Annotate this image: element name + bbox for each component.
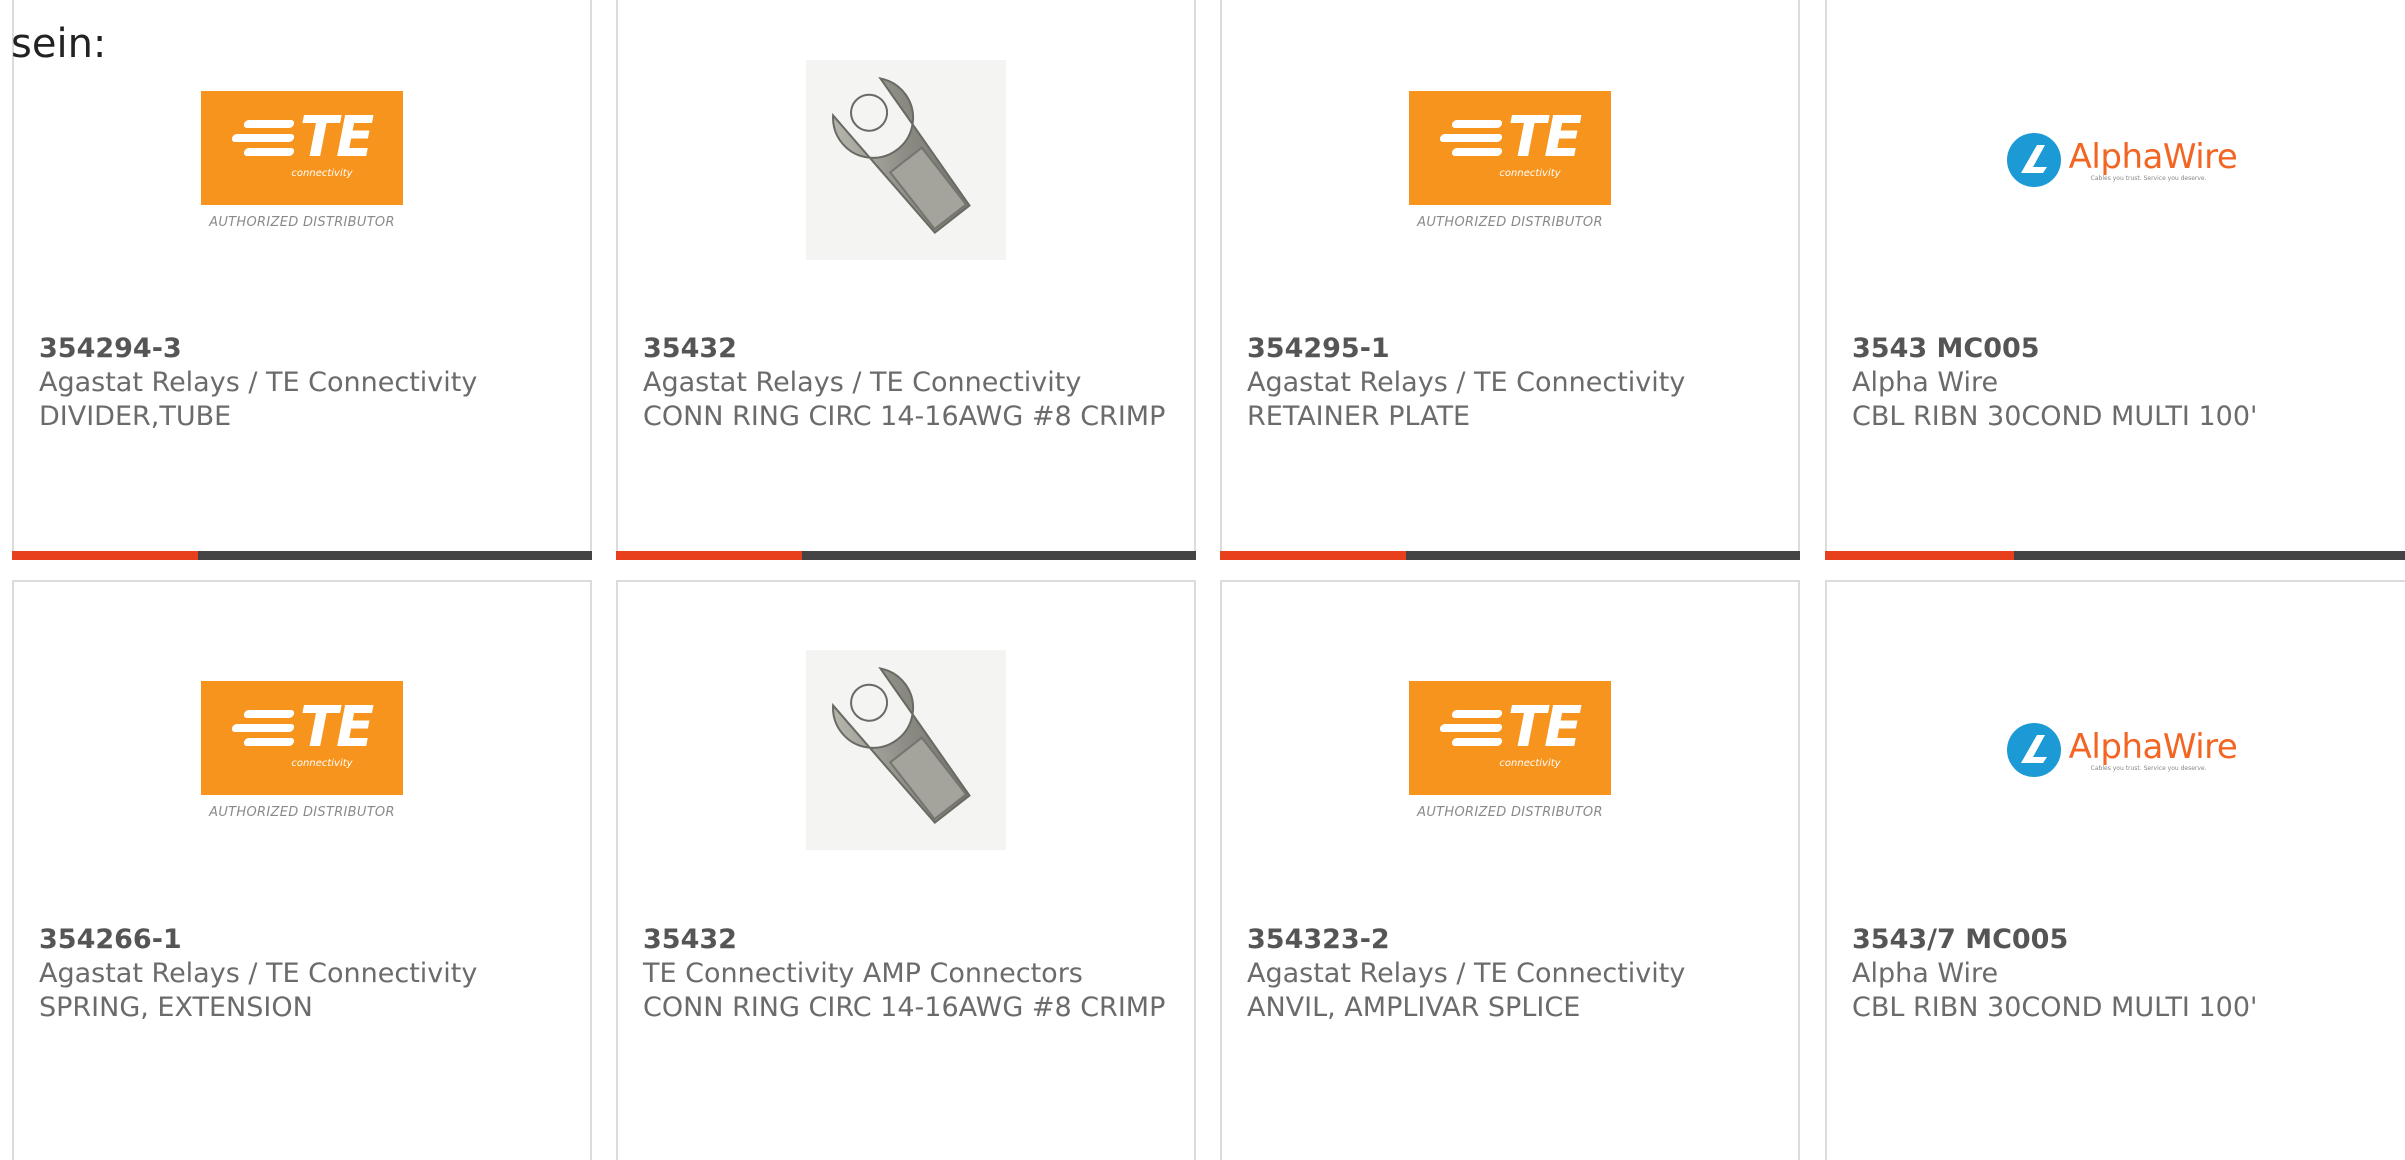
product-card[interactable]: 35432 TE Connectivity AMP Connectors CON…	[616, 580, 1196, 1160]
product-card[interactable]: TE connectivity AUTHORIZED DISTRIBUTOR 3…	[1220, 0, 1800, 560]
alphawire-tagline: Cables you trust. Service you deserve.	[2090, 764, 2207, 772]
authorized-distributor-tag: AUTHORIZED DISTRIBUTOR	[1417, 804, 1603, 820]
product-card[interactable]: AlphaWire Cables you trust. Service you …	[1825, 580, 2405, 1160]
ring-terminal-photo	[806, 60, 1006, 260]
progress-bar	[12, 551, 592, 560]
product-description: RETAINER PLATE	[1247, 401, 1471, 432]
product-info: 354294-3 Agastat Relays / TE Connectivit…	[39, 332, 570, 434]
product-image: TE connectivity AUTHORIZED DISTRIBUTOR	[1222, 60, 1798, 260]
te-logo-sub: connectivity	[1499, 168, 1561, 179]
part-number[interactable]: 3543/7 MC005	[1852, 923, 2397, 957]
te-logo-letters: TE	[1507, 105, 1582, 170]
product-info: 35432 TE Connectivity AMP Connectors CON…	[643, 923, 1174, 1025]
te-logo-letters: TE	[299, 105, 374, 170]
product-description: CBL RIBN 30COND MULTI 100'	[1852, 401, 2258, 432]
progress-bar	[1825, 551, 2405, 560]
product-info: 354323-2 Agastat Relays / TE Connectivit…	[1247, 923, 1778, 1025]
product-description: SPRING, EXTENSION	[39, 992, 313, 1023]
progress-fill	[12, 551, 198, 560]
alphawire-name: AlphaWire	[2068, 726, 2238, 767]
te-connectivity-logo: TE connectivity AUTHORIZED DISTRIBUTOR	[1409, 680, 1611, 820]
alphawire-logo: AlphaWire Cables you trust. Service you …	[2006, 723, 2238, 777]
ring-terminal-icon	[832, 77, 971, 235]
part-number[interactable]: 354294-3	[39, 332, 570, 366]
alphawire-name: AlphaWire	[2068, 136, 2238, 177]
product-image: AlphaWire Cables you trust. Service you …	[1827, 650, 2405, 850]
te-logo-sub: connectivity	[291, 758, 353, 769]
part-number[interactable]: 354266-1	[39, 923, 570, 957]
product-image	[618, 650, 1194, 850]
progress-fill	[1220, 551, 1406, 560]
alphawire-circle-icon	[2006, 723, 2061, 777]
progress-fill	[1825, 551, 2015, 560]
product-card[interactable]: AlphaWire Cables you trust. Service you …	[1825, 0, 2405, 560]
manufacturer: Alpha Wire	[1852, 367, 1999, 398]
part-number[interactable]: 3543 MC005	[1852, 332, 2397, 366]
product-description: CONN RING CIRC 14-16AWG #8 CRIMP	[643, 401, 1166, 432]
te-logo-letters: TE	[1507, 695, 1582, 760]
product-description: CONN RING CIRC 14-16AWG #8 CRIMP	[643, 992, 1166, 1023]
product-card[interactable]: 35432 Agastat Relays / TE Connectivity C…	[616, 0, 1196, 560]
te-logo-sub: connectivity	[1499, 758, 1561, 769]
te-connectivity-logo: TE connectivity AUTHORIZED DISTRIBUTOR	[201, 680, 403, 820]
product-description: CBL RIBN 30COND MULTI 100'	[1852, 992, 2258, 1023]
alphawire-logo: AlphaWire Cables you trust. Service you …	[2006, 133, 2238, 187]
manufacturer: Agastat Relays / TE Connectivity	[643, 367, 1082, 398]
product-card[interactable]: TE connectivity AUTHORIZED DISTRIBUTOR 3…	[12, 0, 592, 560]
product-image: TE connectivity AUTHORIZED DISTRIBUTOR	[1222, 650, 1798, 850]
product-info: 354266-1 Agastat Relays / TE Connectivit…	[39, 923, 570, 1025]
te-logo-sub: connectivity	[291, 168, 353, 179]
progress-fill	[616, 551, 802, 560]
authorized-distributor-tag: AUTHORIZED DISTRIBUTOR	[1417, 214, 1603, 230]
authorized-distributor-tag: AUTHORIZED DISTRIBUTOR	[209, 214, 395, 230]
progress-bar	[1220, 551, 1800, 560]
authorized-distributor-tag: AUTHORIZED DISTRIBUTOR	[209, 804, 395, 820]
product-image: TE connectivity AUTHORIZED DISTRIBUTOR	[14, 650, 590, 850]
part-number[interactable]: 35432	[643, 923, 1174, 957]
part-number[interactable]: 354295-1	[1247, 332, 1778, 366]
manufacturer: Agastat Relays / TE Connectivity	[39, 958, 478, 989]
te-logo-letters: TE	[299, 695, 374, 760]
manufacturer: Agastat Relays / TE Connectivity	[39, 367, 478, 398]
product-description: ANVIL, AMPLIVAR SPLICE	[1247, 992, 1581, 1023]
manufacturer: Alpha Wire	[1852, 958, 1999, 989]
progress-bar	[616, 551, 1196, 560]
manufacturer: Agastat Relays / TE Connectivity	[1247, 958, 1686, 989]
product-card[interactable]: TE connectivity AUTHORIZED DISTRIBUTOR 3…	[12, 580, 592, 1160]
product-description: DIVIDER,TUBE	[39, 401, 232, 432]
ring-terminal-icon	[832, 667, 971, 825]
product-info: 354295-1 Agastat Relays / TE Connectivit…	[1247, 332, 1778, 434]
product-grid: TE connectivity AUTHORIZED DISTRIBUTOR 3…	[12, 0, 2405, 1160]
section-heading: sein:	[11, 21, 107, 67]
product-image: AlphaWire Cables you trust. Service you …	[1827, 60, 2405, 260]
part-number[interactable]: 354323-2	[1247, 923, 1778, 957]
product-info: 35432 Agastat Relays / TE Connectivity C…	[643, 332, 1174, 434]
te-connectivity-logo: TE connectivity AUTHORIZED DISTRIBUTOR	[1409, 90, 1611, 230]
manufacturer: Agastat Relays / TE Connectivity	[1247, 367, 1686, 398]
te-connectivity-logo: TE connectivity AUTHORIZED DISTRIBUTOR	[201, 90, 403, 230]
product-card[interactable]: TE connectivity AUTHORIZED DISTRIBUTOR 3…	[1220, 580, 1800, 1160]
product-image: TE connectivity AUTHORIZED DISTRIBUTOR	[14, 60, 590, 260]
alphawire-tagline: Cables you trust. Service you deserve.	[2090, 174, 2207, 182]
ring-terminal-photo	[806, 650, 1006, 850]
product-info: 3543/7 MC005 Alpha Wire CBL RIBN 30COND …	[1852, 923, 2397, 1025]
part-number[interactable]: 35432	[643, 332, 1174, 366]
manufacturer: TE Connectivity AMP Connectors	[643, 958, 1083, 989]
product-image	[618, 60, 1194, 260]
product-info: 3543 MC005 Alpha Wire CBL RIBN 30COND MU…	[1852, 332, 2397, 434]
alphawire-circle-icon	[2006, 133, 2061, 187]
